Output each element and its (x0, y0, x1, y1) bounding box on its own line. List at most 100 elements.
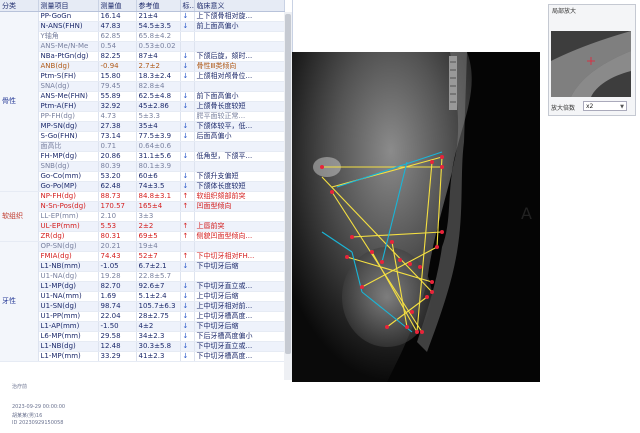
table-row[interactable]: U1-NA(mm) 1.69 5.1±2.4 ↓ 上中切牙后缩 (0, 291, 285, 302)
table-row[interactable]: N-ANS(FHN) 47.83 54.5±3.5 ↓ 前上面高偏小 (0, 21, 285, 32)
table-row[interactable]: Ptm-A(FH) 32.92 45±2.86 ↓ 上颌骨长度较短 (0, 101, 285, 112)
ruler-marker (449, 56, 457, 110)
table-row[interactable]: 牙性 OP-SN(dg) 20.21 19±4 (0, 241, 285, 362)
table-row[interactable]: U1-PP(mm) 22.04 28±2.75 ↓ 上中切牙槽高度... (0, 311, 285, 322)
value-cell: 47.83 (98, 21, 137, 32)
table-row[interactable]: SNA(dg) 79.45 82.8±4 (0, 81, 285, 92)
table-row[interactable]: 骨性 PP-GoGn 16.14 21±4 ↓ 上下颌骨相对旋... (0, 11, 285, 192)
value-cell: -1.05 (98, 261, 137, 272)
table-row[interactable]: ANS-Me(FHN) 55.89 62.5±4.8 ↓ 前下面高偏小 (0, 91, 285, 102)
header-flag[interactable]: 标... (180, 0, 195, 12)
table-row[interactable]: SNB(dg) 80.39 80.1±3.9 (0, 161, 285, 172)
meaning-cell: 前下面高偏小 (194, 91, 285, 102)
flag-cell: ↓ (180, 261, 195, 272)
item-cell: ANS-Me(FHN) (38, 91, 99, 102)
flag-cell (180, 41, 195, 52)
value-cell: 53.20 (98, 171, 137, 182)
value-cell: 16.14 (98, 11, 137, 22)
table-header-row: 分类 测量项目 测量值 参考值 标... 临床意义 (0, 0, 285, 12)
table-row[interactable]: L6-MP(mm) 29.58 34±2.3 ↓ 下后牙槽高度偏小 (0, 331, 285, 342)
meaning-cell: 凹面型倾向 (194, 201, 285, 212)
table-row[interactable]: MP-SN(dg) 27.38 35±4 ↓ 下颌体较平，低... (0, 121, 285, 132)
header-category[interactable]: 分类 (0, 0, 39, 12)
meaning-cell: 骨性Ⅲ类倾向 (194, 61, 285, 72)
reference-cell: 84.8±3.1 (136, 191, 181, 202)
meaning-cell: 下颌升支偏短 (194, 171, 285, 182)
table-row[interactable]: FH-MP(dg) 20.86 31.1±5.6 ↓ 低角型，下颌平... (0, 151, 285, 162)
flag-cell: ↓ (180, 341, 195, 352)
reference-cell: 165±4 (136, 201, 181, 212)
table-row[interactable]: LL-EP(mm) 2.10 3±3 (0, 211, 285, 222)
reference-cell: 80.1±3.9 (136, 161, 181, 172)
table-row[interactable]: U1-NA(dg) 19.28 22.8±5.7 (0, 271, 285, 282)
reference-cell: 19±4 (136, 241, 181, 252)
table-row[interactable]: ZR(dg) 80.31 69±5 ↑ 侧貌凹面型倾向... (0, 231, 285, 242)
value-cell: 5.53 (98, 221, 137, 232)
table-row[interactable]: L1-NB(dg) 12.48 30.3±5.8 ↓ 下中切牙直立或... (0, 341, 285, 352)
item-cell: 面高比 (38, 141, 99, 152)
meaning-cell: 下颌体较平，低... (194, 121, 285, 132)
patient-name: 胡某某(男)16 (12, 413, 43, 419)
flag-cell (180, 271, 195, 282)
table-row[interactable]: L1-MP(dg) 82.70 92.6±7 ↓ 下中切牙直立或... (0, 281, 285, 292)
zoom-preview-image (551, 31, 631, 97)
table-row[interactable]: NBa-PtGn(dg) 82.25 87±4 ↓ 下颌后旋，颏时... (0, 51, 285, 62)
meaning-cell: 下中切牙槽高度... (194, 351, 285, 362)
table-row[interactable]: L1-MP(mm) 33.29 41±2.3 ↓ 下中切牙槽高度... (0, 351, 285, 362)
table-row[interactable]: FMIA(dg) 74.43 52±7 ↑ 下中切牙相对FH... (0, 251, 285, 262)
flag-cell: ↓ (180, 71, 195, 82)
value-cell: 0.54 (98, 41, 137, 52)
item-cell: U1-SN(dg) (38, 301, 99, 312)
header-value[interactable]: 测量值 (98, 0, 137, 12)
item-cell: L1-MP(mm) (38, 351, 99, 362)
patient-info-footer: 治疗前 2023-09-29 00:00:00 胡某某(男)16 ID 2023… (0, 380, 292, 433)
value-cell: 82.25 (98, 51, 137, 62)
value-cell: 19.28 (98, 271, 137, 282)
table-row[interactable]: S-Go(FHN) 73.14 77.5±3.9 ↓ 后面高偏小 (0, 131, 285, 142)
reference-cell: 21±4 (136, 11, 181, 22)
flag-cell: ↓ (180, 91, 195, 102)
flag-cell (180, 161, 195, 172)
table-row[interactable]: Go-Po(MP) 62.48 74±3.5 ↓ 下颌体长度较短 (0, 181, 285, 192)
item-cell: L1-AP(mm) (38, 321, 99, 332)
cephalometric-xray-view[interactable] (292, 52, 540, 382)
table-row[interactable]: Ptm-S(FH) 15.80 18.3±2.4 ↓ 上颌相对颅骨位... (0, 71, 285, 82)
table-row[interactable]: U1-SN(dg) 98.74 105.7±6.3 ↓ 上中切牙相对前... (0, 301, 285, 312)
flag-cell (180, 111, 195, 122)
table-row[interactable]: L1-AP(mm) -1.50 4±2 ↓ 下中切牙后缩 (0, 321, 285, 332)
meaning-cell (194, 211, 285, 222)
table-row[interactable]: L1-NB(mm) -1.05 6.7±2.1 ↓ 下中切牙后缩 (0, 261, 285, 272)
flag-cell: ↓ (180, 61, 195, 72)
table-row[interactable]: ANS-Me/N-Me 0.54 0.53±0.02 (0, 41, 285, 52)
reference-cell: 30.3±5.8 (136, 341, 181, 352)
meaning-cell (194, 81, 285, 92)
flag-cell: ↓ (180, 101, 195, 112)
table-row[interactable]: Y轴角 62.85 65.8±4.2 (0, 31, 285, 42)
header-reference[interactable]: 参考值 (136, 0, 181, 12)
value-cell: 74.43 (98, 251, 137, 262)
item-cell: L1-NB(mm) (38, 261, 99, 272)
reference-cell: 0.64±0.6 (136, 141, 181, 152)
item-cell: LL-EP(mm) (38, 211, 99, 222)
item-cell: ANB(dg) (38, 61, 99, 72)
table-row[interactable]: N-Sn-Pos(dg) 170.57 165±4 ↑ 凹面型倾向 (0, 201, 285, 212)
flag-cell (180, 81, 195, 92)
table-row[interactable]: 面高比 0.71 0.64±0.6 (0, 141, 285, 152)
magnification-select[interactable]: x2 ▼ (583, 101, 627, 111)
item-cell: NP-FH(dg) (38, 191, 99, 202)
value-cell: 20.86 (98, 151, 137, 162)
magnification-value: x2 (586, 103, 594, 110)
table-row[interactable]: 软组织 NP-FH(dg) 88.73 84.8±3.1 ↑ 软组织颏部前突 (0, 191, 285, 242)
header-item[interactable]: 测量项目 (38, 0, 99, 12)
table-scrollbar-thumb[interactable] (285, 14, 291, 354)
item-cell: Ptm-S(FH) (38, 71, 99, 82)
xray-svg[interactable] (292, 52, 540, 382)
table-row[interactable]: ANB(dg) -0.94 2.7±2 ↓ 骨性Ⅲ类倾向 (0, 61, 285, 72)
table-row[interactable]: PP-FH(dg) 4.73 5±3.3 腭平面较正常... (0, 111, 285, 122)
meaning-cell: 下中切牙后缩 (194, 321, 285, 332)
reference-cell: 35±4 (136, 121, 181, 132)
header-meaning[interactable]: 临床意义 (194, 0, 285, 12)
table-row[interactable]: Go-Co(mm) 53.20 60±6 ↓ 下颌升支偏短 (0, 171, 285, 182)
value-cell: 82.70 (98, 281, 137, 292)
table-row[interactable]: UL-EP(mm) 5.53 2±2 ↑ 上唇前突 (0, 221, 285, 232)
